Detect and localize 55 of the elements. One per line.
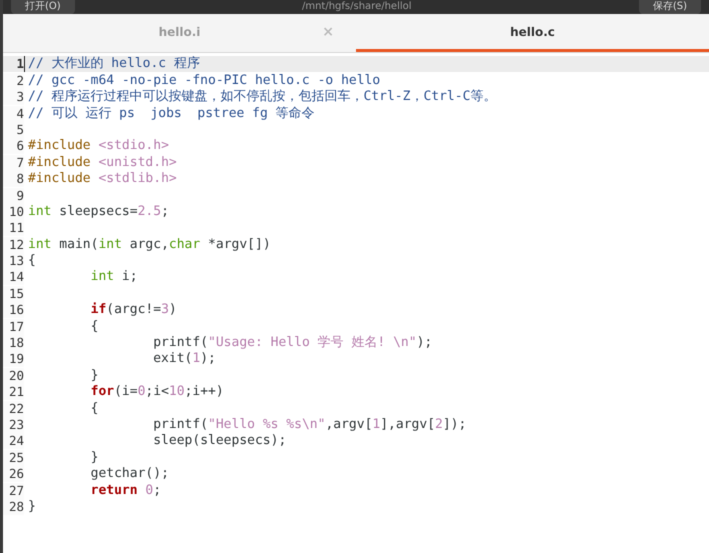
code-line: for(i=0;i<10;i++) xyxy=(90,384,224,400)
code-line: if(argc!=3) xyxy=(90,302,177,318)
line-number: 26 xyxy=(3,466,24,482)
line-number: 15 xyxy=(3,286,24,302)
code-line: // 程序运行过程中可以按键盘，如不停乱按，包括回车，Ctrl-Z，Ctrl-C等。 xyxy=(27,89,496,106)
code-line: } xyxy=(27,498,36,515)
code-line: { xyxy=(90,400,98,417)
code-line: } xyxy=(90,368,98,384)
file-path: /mnt/hgfs/share/hellol xyxy=(300,0,413,14)
line-number: 16 xyxy=(3,302,24,318)
code-line: } xyxy=(90,450,98,466)
line-number: 28 xyxy=(3,498,24,515)
line-number: 4 xyxy=(3,106,24,122)
line-number: 23 xyxy=(3,416,24,433)
line-number: 21 xyxy=(3,384,24,400)
code-line: // 可以 运行 ps jobs pstree fg 等命令 xyxy=(27,106,315,122)
line-number: 14 xyxy=(3,269,24,286)
code-line: // gcc -m64 -no-pie -fno-PIC hello.c -o hello xyxy=(27,72,380,89)
line-number: 12 xyxy=(3,236,24,253)
code-line: int main(int argc,char *argv[]) xyxy=(27,236,271,253)
line-number: 10 xyxy=(3,204,24,220)
line-number: 24 xyxy=(3,433,24,450)
code-line: getchar(); xyxy=(90,466,169,482)
line-number: 6 xyxy=(3,138,24,154)
code-line: { xyxy=(90,318,98,335)
line-number: 27 xyxy=(3,482,24,499)
code-line: #include <stdlib.h> xyxy=(27,171,177,188)
line-number: 22 xyxy=(3,400,24,417)
code-line: printf("Usage: Hello 学号 姓名! \n"); xyxy=(152,335,432,352)
line-number: 19 xyxy=(3,351,24,368)
code-line: { xyxy=(27,253,36,270)
line-number: 18 xyxy=(3,335,24,352)
file-tab[interactable]: hello.c xyxy=(356,14,709,52)
line-number: 7 xyxy=(3,154,24,171)
code-line: // 大作业的 hello.c 程序 xyxy=(24,56,200,72)
code-line: #include <stdio.h> xyxy=(27,138,169,154)
line-number: 9 xyxy=(3,188,24,204)
line-number: 11 xyxy=(3,220,24,236)
code-line: int sleepsecs=2.5; xyxy=(27,204,169,220)
code-line: int i; xyxy=(90,269,138,286)
code-line: sleep(sleepsecs); xyxy=(152,433,286,450)
line-number: 3 xyxy=(3,89,24,106)
line-number: 2 xyxy=(3,72,24,89)
open-button[interactable]: 打开(O) xyxy=(11,0,75,14)
line-number: 8 xyxy=(3,171,24,188)
code-line: return 0; xyxy=(90,482,162,499)
code-line: exit(1); xyxy=(152,351,216,368)
save-button[interactable]: 保存(S) xyxy=(638,0,701,14)
code-line: printf("Hello %s %s\n",argv[1],argv[2]); xyxy=(152,416,466,433)
line-number: 5 xyxy=(3,122,24,138)
code-line: #include <unistd.h> xyxy=(27,154,177,171)
line-number: 13 xyxy=(3,253,24,270)
line-number: 20 xyxy=(3,368,24,384)
line-number: 17 xyxy=(3,318,24,335)
line-number: 25 xyxy=(3,450,24,466)
